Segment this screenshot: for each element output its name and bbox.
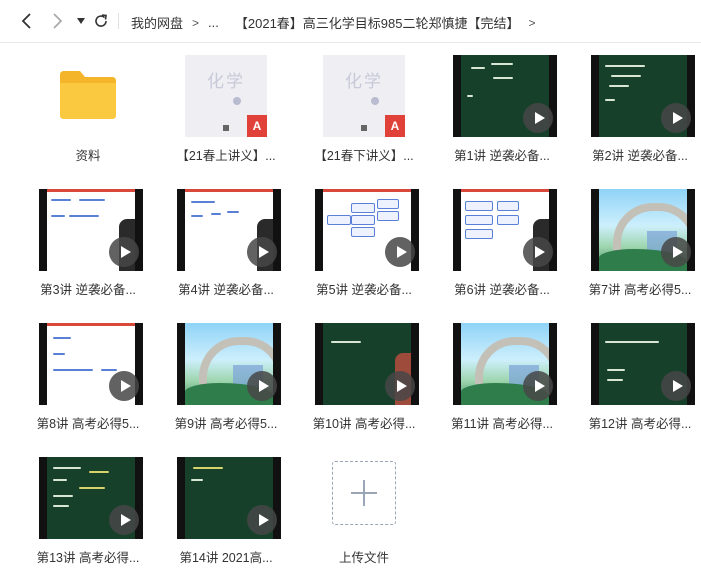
file-item-video[interactable]: 第6讲 逆袭必备... — [436, 177, 568, 303]
video-thumbnail — [177, 457, 281, 539]
pdf-icon: A — [247, 115, 267, 137]
file-name: 【21春下讲义】... — [314, 149, 414, 163]
file-item-video[interactable]: 第10讲 高考必得... — [298, 311, 430, 437]
back-button[interactable] — [17, 11, 37, 31]
upload-label: 上传文件 — [338, 551, 389, 565]
play-icon — [523, 237, 553, 267]
play-icon — [247, 237, 277, 267]
file-name: 第1讲 逆袭必备... — [454, 149, 550, 163]
file-name: 第7讲 高考必得5... — [588, 283, 692, 297]
file-item-folder[interactable]: 资料 — [22, 43, 154, 169]
file-item-video[interactable]: 第12讲 高考必得... — [574, 311, 701, 437]
file-name: 第5讲 逆袭必备... — [316, 283, 412, 297]
breadcrumb-separator: > — [192, 15, 200, 30]
forward-button[interactable] — [47, 11, 67, 31]
refresh-button[interactable] — [91, 11, 111, 31]
breadcrumb-separator: > — [528, 15, 536, 30]
video-thumbnail — [39, 323, 143, 405]
video-thumbnail — [177, 189, 281, 271]
play-icon — [661, 371, 691, 401]
upload-file-tile[interactable]: 上传文件 — [298, 445, 430, 571]
toolbar: 我的网盘 > ... 【2021春】高三化学目标985二轮郑慎捷【完结】 > — [0, 0, 701, 43]
video-thumbnail — [453, 189, 557, 271]
file-name: 第9讲 高考必得5... — [174, 417, 278, 431]
file-item-video[interactable]: 第5讲 逆袭必备... — [298, 177, 430, 303]
file-item-video[interactable]: 第7讲 高考必得5... — [574, 177, 701, 303]
flask-icon — [371, 97, 379, 105]
play-icon — [109, 505, 139, 535]
play-icon — [523, 103, 553, 133]
flask-icon — [233, 97, 241, 105]
play-icon — [247, 371, 277, 401]
video-thumbnail — [39, 457, 143, 539]
play-icon — [385, 237, 415, 267]
file-item-video[interactable]: 第8讲 高考必得5... — [22, 311, 154, 437]
file-item-video[interactable]: 第1讲 逆袭必备... — [436, 43, 568, 169]
play-icon — [385, 371, 415, 401]
breadcrumb-current-folder[interactable]: 【2021春】高三化学目标985二轮郑慎捷【完结】 — [235, 13, 520, 32]
file-item-video[interactable]: 第9讲 高考必得5... — [160, 311, 292, 437]
folder-icon — [60, 71, 116, 119]
video-thumbnail — [591, 189, 695, 271]
file-name: 第13讲 高考必得... — [36, 551, 140, 565]
history-dropdown-button[interactable] — [71, 11, 91, 31]
video-thumbnail — [453, 323, 557, 405]
play-icon — [109, 371, 139, 401]
file-name: 第3讲 逆袭必备... — [40, 283, 136, 297]
file-name: 第10讲 高考必得... — [312, 417, 416, 431]
video-thumbnail — [177, 323, 281, 405]
caret-down-icon — [77, 18, 85, 24]
file-item-video[interactable]: 第11讲 高考必得... — [436, 311, 568, 437]
file-name: 第11讲 高考必得... — [451, 417, 553, 431]
video-thumbnail — [591, 55, 695, 137]
file-name: 第2讲 逆袭必备... — [592, 149, 688, 163]
file-name: 第6讲 逆袭必备... — [454, 283, 550, 297]
pdf-thumbnail: 化学 A — [323, 55, 405, 137]
play-icon — [661, 237, 691, 267]
video-thumbnail — [591, 323, 695, 405]
plus-icon[interactable] — [332, 461, 396, 525]
file-item-video[interactable]: 第13讲 高考必得... — [22, 445, 154, 571]
file-item-video[interactable]: 第3讲 逆袭必备... — [22, 177, 154, 303]
file-item-pdf[interactable]: 化学 A 【21春下讲义】... — [298, 43, 430, 169]
breadcrumb-ellipsis[interactable]: ... — [208, 15, 219, 30]
file-name: 第14讲 2021高... — [179, 551, 273, 565]
file-item-pdf[interactable]: 化学 A 【21春上讲义】... — [160, 43, 292, 169]
breadcrumb-root[interactable]: 我的网盘 — [131, 13, 183, 32]
play-icon — [523, 371, 553, 401]
chevron-left-icon — [21, 13, 31, 29]
play-icon — [247, 505, 277, 535]
play-icon — [109, 237, 139, 267]
pdf-icon: A — [385, 115, 405, 137]
video-thumbnail — [39, 189, 143, 271]
video-thumbnail — [453, 55, 557, 137]
toolbar-divider — [118, 13, 119, 29]
file-item-video[interactable]: 第14讲 2021高... — [160, 445, 292, 571]
refresh-icon — [95, 14, 107, 27]
file-item-video[interactable]: 第4讲 逆袭必备... — [160, 177, 292, 303]
file-name: 第12讲 高考必得... — [588, 417, 692, 431]
file-name: 第4讲 逆袭必备... — [178, 283, 274, 297]
breadcrumb: 我的网盘 > ... 【2021春】高三化学目标985二轮郑慎捷【完结】 > — [131, 13, 545, 32]
play-icon — [661, 103, 691, 133]
video-thumbnail — [315, 189, 419, 271]
pdf-thumbnail: 化学 A — [185, 55, 267, 137]
video-thumbnail — [315, 323, 419, 405]
file-item-video[interactable]: 第2讲 逆袭必备... — [574, 43, 701, 169]
file-name: 【21春上讲义】... — [176, 149, 276, 163]
file-name: 第8讲 高考必得5... — [36, 417, 140, 431]
chevron-right-icon — [53, 13, 63, 29]
file-name: 资料 — [75, 149, 101, 163]
